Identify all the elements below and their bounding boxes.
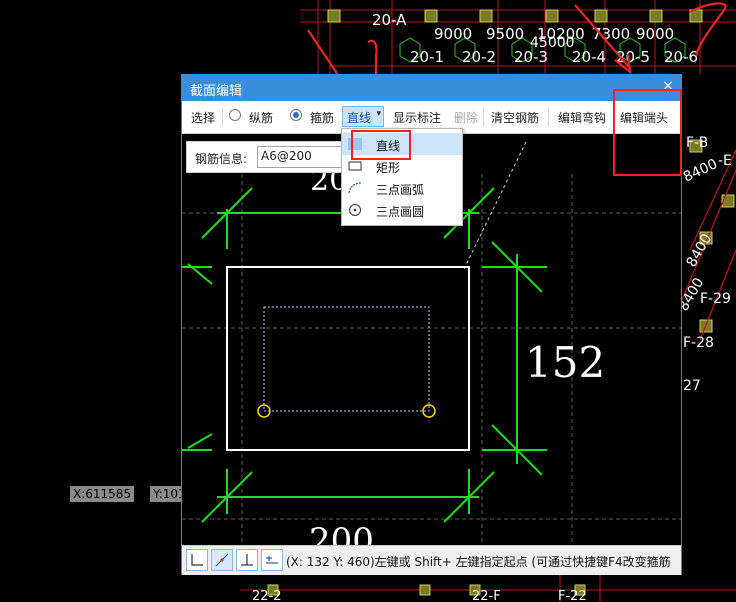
cad-label: 7300 bbox=[592, 25, 630, 43]
longitudinal-label[interactable]: 纵筋 bbox=[249, 109, 273, 126]
cad-label: F-22 bbox=[558, 589, 587, 602]
rebar-info-input[interactable]: A6@200 bbox=[257, 146, 350, 168]
line-mode-dropdown[interactable]: 直线 ▾ bbox=[342, 106, 384, 127]
orthogonal-icon[interactable] bbox=[211, 549, 233, 571]
cad-label: 9000 bbox=[636, 25, 674, 43]
menu-item-three-point-arc[interactable]: 三点画弧 bbox=[342, 177, 462, 199]
cad-label: 20-A bbox=[372, 11, 407, 29]
stirrup-label[interactable]: 箍筋 bbox=[310, 109, 334, 126]
delete-button[interactable]: 删除 bbox=[454, 109, 478, 126]
menu-item-label: 矩形 bbox=[376, 161, 401, 175]
cad-label: 22-2 bbox=[252, 589, 282, 602]
cad-label: 20-2 bbox=[462, 48, 496, 66]
dialog-title: 截面编辑 bbox=[190, 84, 243, 99]
cad-label: 9000 bbox=[434, 25, 472, 43]
x-coordinate: X:611585 bbox=[70, 486, 135, 502]
status-message: (X: 132 Y: 460)左键或 Shift+ 左键指定起点 (可通过快捷键… bbox=[286, 555, 671, 569]
toolbar-divider bbox=[548, 108, 549, 126]
cad-label: -E bbox=[718, 153, 732, 169]
cad-label: F-28 bbox=[683, 335, 714, 351]
right-dimension-value: 152 bbox=[525, 338, 605, 387]
dropdown-arrow-icon: ▾ bbox=[376, 109, 381, 119]
annotation-box bbox=[351, 130, 411, 160]
clear-rebar-button[interactable]: 清空钢筋 bbox=[491, 109, 539, 126]
cad-label: 27 bbox=[683, 378, 701, 394]
dialog-title-bar[interactable]: 截面编辑 × bbox=[182, 75, 681, 101]
cad-label: 9500 bbox=[486, 25, 524, 43]
edit-hook-button[interactable]: 编辑弯钩 bbox=[558, 109, 606, 126]
cad-label: 22-F bbox=[472, 589, 501, 602]
select-button[interactable]: 选择 bbox=[191, 109, 215, 126]
status-bar: (X: 132 Y: 460)左键或 Shift+ 左键指定起点 (可通过快捷键… bbox=[182, 545, 681, 575]
cad-label: 8400 bbox=[681, 156, 720, 186]
cad-label: 20-1 bbox=[410, 48, 444, 66]
perpendicular-icon[interactable] bbox=[236, 549, 258, 571]
cad-label: 20-3 bbox=[514, 48, 548, 66]
longitudinal-radio[interactable] bbox=[229, 109, 241, 121]
cad-label: 20-4 bbox=[572, 48, 606, 66]
arc-icon bbox=[348, 182, 362, 194]
rebar-info-label: 钢筋信息: bbox=[195, 152, 248, 166]
show-annotation-button[interactable]: 显示标注 bbox=[393, 109, 441, 126]
menu-item-three-point-circle[interactable]: 三点画圆 bbox=[342, 199, 462, 221]
rebar-info-panel: 钢筋信息: A6@200 bbox=[186, 141, 356, 173]
cad-label: F-29 bbox=[700, 291, 731, 307]
toolbar-divider bbox=[222, 108, 223, 126]
menu-item-label: 三点画圆 bbox=[376, 205, 425, 219]
snap-icon[interactable] bbox=[186, 549, 208, 571]
rectangle-icon bbox=[348, 161, 362, 171]
line-mode-label: 直线 bbox=[347, 111, 372, 125]
menu-item-label: 三点画弧 bbox=[376, 183, 425, 197]
cad-label: F-B bbox=[686, 135, 708, 151]
grid-icon[interactable] bbox=[261, 549, 283, 571]
annotation-box bbox=[613, 89, 682, 176]
toolbar-divider bbox=[483, 108, 484, 126]
stirrup-radio[interactable] bbox=[290, 109, 302, 121]
cad-label: 20-6 bbox=[664, 48, 698, 66]
bottom-dimension-value: 200 bbox=[309, 521, 374, 545]
circle-icon bbox=[349, 204, 361, 216]
cad-label: 8400 bbox=[684, 231, 716, 270]
